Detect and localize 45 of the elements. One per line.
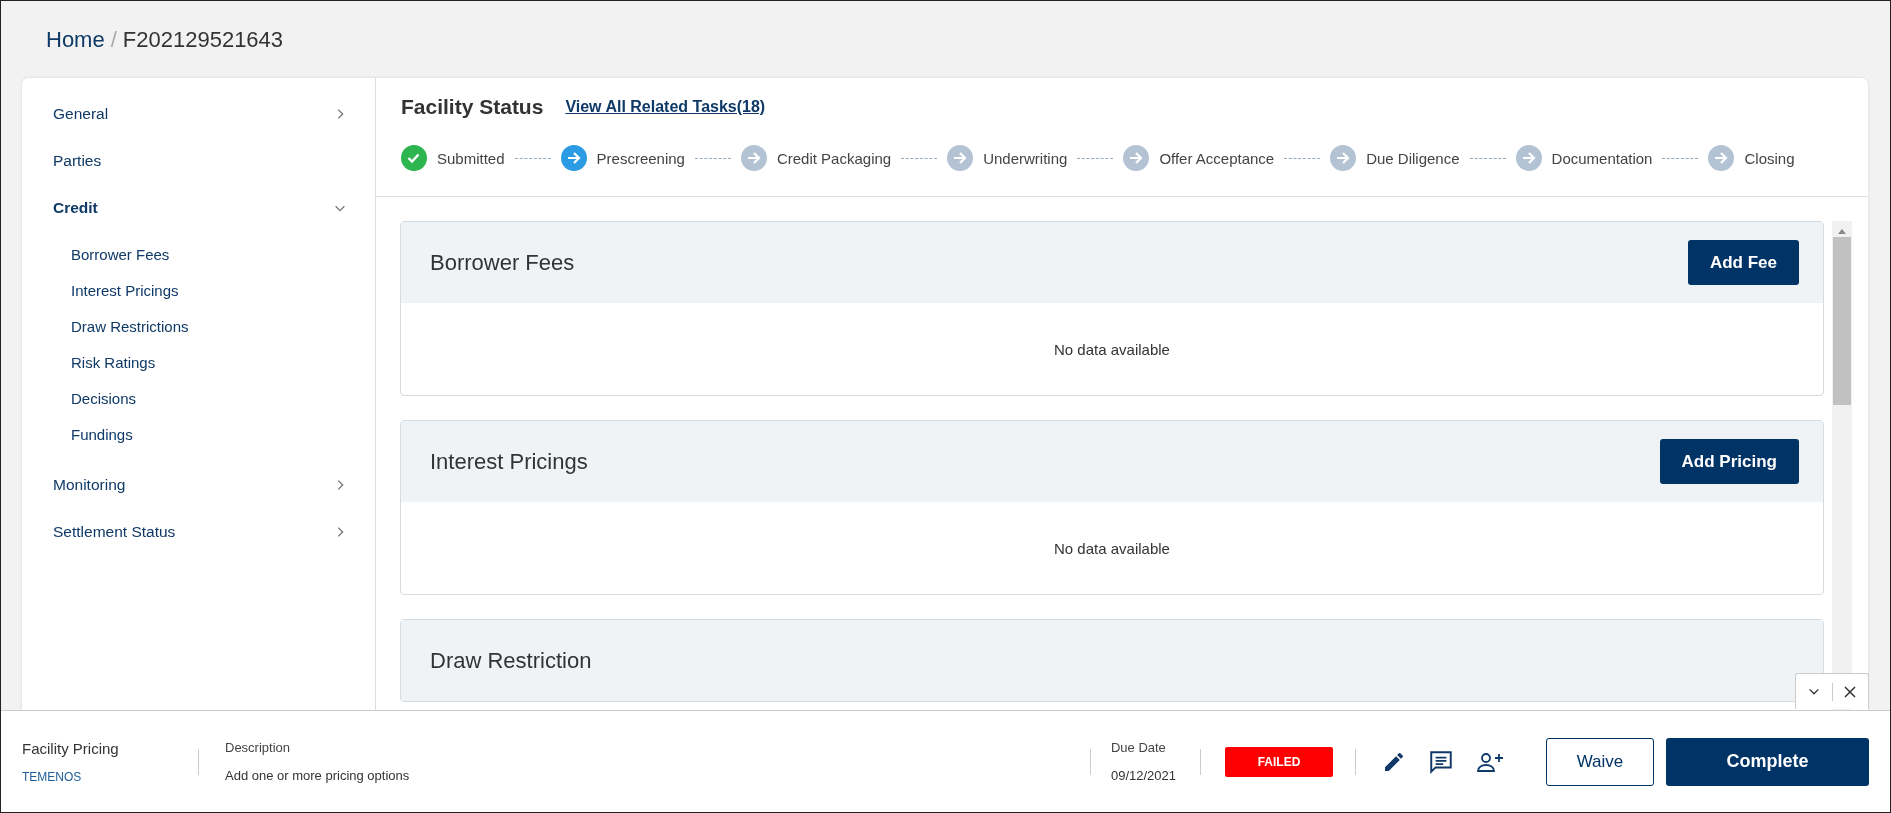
sidebar-item[interactable]: General — [22, 90, 375, 137]
scroll-up-icon[interactable] — [1837, 227, 1847, 235]
sidebar-item[interactable]: Parties — [22, 137, 375, 184]
scrollbar[interactable] — [1832, 221, 1852, 712]
step-label: Submitted — [437, 149, 505, 167]
sidebar-subitem[interactable]: Risk Ratings — [22, 345, 375, 381]
add-button[interactable]: Add Pricing — [1659, 439, 1799, 484]
sidebar-subitem[interactable]: Decisions — [22, 381, 375, 417]
sidebar-subitem[interactable]: Fundings — [22, 417, 375, 453]
complete-button[interactable]: Complete — [1666, 737, 1869, 786]
owner-link[interactable]: TEMENOS — [22, 769, 172, 784]
status-badge: FAILED — [1225, 746, 1333, 777]
step-label: Documentation — [1551, 149, 1653, 167]
description-text: Add one or more pricing options — [225, 768, 411, 783]
scrollbar-thumb[interactable] — [1833, 237, 1851, 405]
comment-icon — [1428, 748, 1454, 775]
step-label: Offer Acceptance — [1159, 149, 1275, 167]
step-label: Credit Packaging — [776, 149, 892, 167]
breadcrumb-link[interactable]: Home — [46, 26, 105, 53]
close-icon — [1844, 685, 1857, 698]
sidebar-subitem[interactable]: Borrower Fees — [22, 237, 375, 273]
empty-message: No data available — [1054, 539, 1170, 557]
step-label: Closing — [1744, 149, 1795, 167]
section-title: Borrower Fees — [430, 249, 575, 276]
waive-button[interactable]: Waive — [1546, 737, 1654, 786]
task-title: Facility Pricing — [22, 739, 120, 757]
sidebar-item[interactable]: Credit — [22, 184, 375, 231]
section-title: Interest Pricings — [430, 448, 588, 475]
section-title: Draw Restriction — [430, 647, 592, 674]
empty-message: No data available — [1054, 340, 1170, 358]
due-date-label: Due Date — [1110, 740, 1167, 755]
sidebar-item[interactable]: Settlement Status — [22, 508, 375, 555]
due-date-value: 09/12/2021 — [1110, 768, 1176, 783]
sidebar-subitem[interactable]: Draw Restrictions — [22, 309, 375, 345]
step-label: Underwriting — [983, 149, 1068, 167]
related-tasks-link[interactable]: View All Related Tasks(18) — [565, 98, 766, 116]
description-label: Description — [225, 740, 292, 755]
add-button[interactable]: Add Fee — [1687, 240, 1799, 285]
step-label: Prescreening — [596, 149, 685, 167]
sidebar-subitem[interactable]: Interest Pricings — [22, 273, 375, 309]
step-label: Due Diligence — [1366, 149, 1460, 167]
facility-status-title: Facility Status — [401, 95, 544, 119]
breadcrumb-current: F202129521643 — [122, 26, 284, 53]
sidebar-item[interactable]: Monitoring — [22, 461, 375, 508]
breadcrumb-separator: / — [110, 26, 117, 53]
